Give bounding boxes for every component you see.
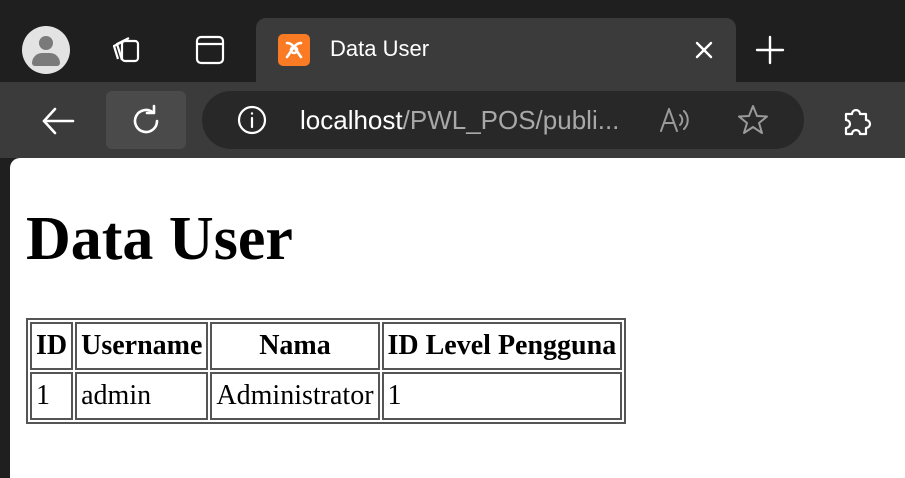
xampp-icon	[278, 34, 310, 66]
tab-strip: Data User	[0, 0, 905, 82]
tab-data-user[interactable]: Data User	[256, 18, 736, 82]
cell-username: admin	[75, 372, 209, 420]
tab-actions-icon[interactable]	[192, 32, 228, 68]
toolbar: localhost/PWL_POS/publi...	[0, 82, 905, 158]
profile-icon[interactable]	[22, 26, 70, 74]
reload-button[interactable]	[106, 91, 186, 149]
tab-title: Data User	[330, 36, 430, 61]
cell-id-level: 1	[381, 372, 623, 420]
cell-nama: Administrator	[210, 372, 380, 420]
column-header-id: ID	[30, 322, 74, 370]
table-header-row: ID Username Nama ID Level Pengguna	[30, 322, 623, 370]
user-table: ID Username Nama ID Level Pengguna 1 adm…	[26, 318, 627, 424]
column-header-username: Username	[75, 322, 209, 370]
column-header-nama: Nama	[210, 322, 380, 370]
workspaces-icon[interactable]	[108, 32, 144, 68]
address-bar[interactable]: localhost/PWL_POS/publi...	[202, 91, 804, 149]
url-path: /PWL_POS/publi...	[402, 105, 620, 135]
page-title: Data User	[26, 205, 293, 273]
back-arrow-icon	[42, 107, 75, 135]
star-icon[interactable]	[736, 103, 770, 137]
page-content: Data User ID Username Nama ID Level Peng…	[10, 158, 905, 478]
column-header-id-level: ID Level Pengguna	[381, 322, 623, 370]
url-text[interactable]: localhost/PWL_POS/publi...	[300, 105, 619, 136]
table-row: 1 admin Administrator 1	[30, 372, 623, 420]
cell-id: 1	[30, 372, 74, 420]
plus-icon[interactable]	[754, 34, 786, 66]
reload-icon	[133, 104, 159, 134]
close-icon[interactable]	[692, 38, 716, 62]
browser-window: Data User localhost/PWL_POS/publi... Dat…	[0, 0, 905, 478]
back-button[interactable]	[18, 91, 98, 149]
profile-shoulders	[32, 53, 60, 66]
info-icon[interactable]	[236, 104, 268, 136]
url-host: localhost	[300, 105, 403, 135]
puzzle-icon[interactable]	[838, 102, 876, 140]
profile-head	[39, 36, 53, 50]
read-aloud-icon[interactable]	[658, 103, 692, 137]
